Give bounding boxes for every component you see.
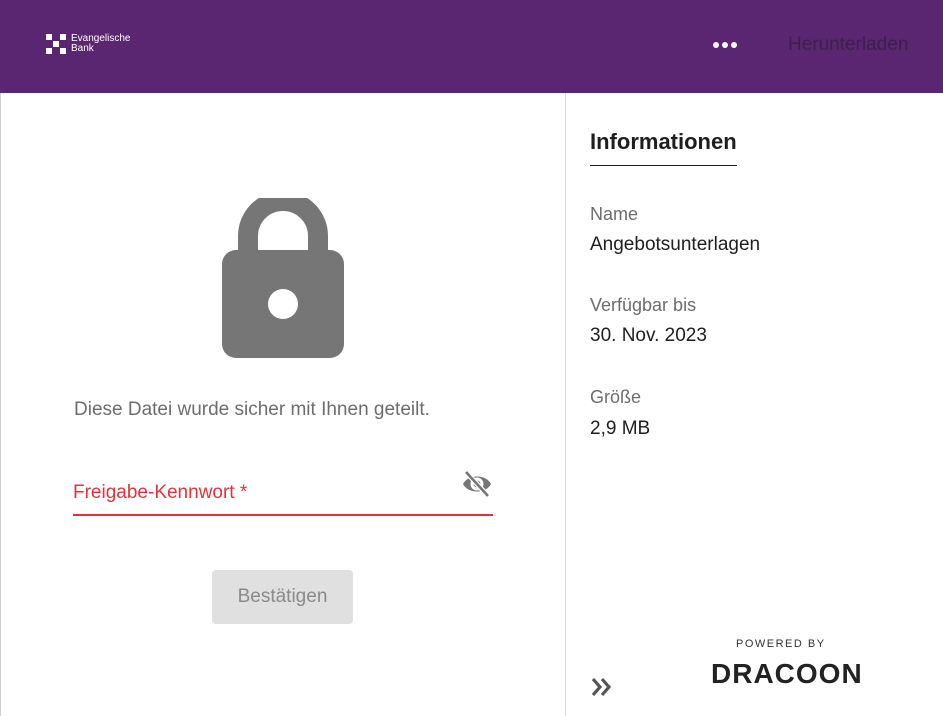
powered-by-label: POWERED BY bbox=[736, 638, 826, 650]
name-label: Name bbox=[590, 204, 639, 224]
password-field[interactable]: Freigabe-Kennwort * bbox=[73, 466, 493, 516]
available-until-label: Verfügbar bis bbox=[590, 295, 697, 315]
app-header: Evangelische Bank Herunterladen bbox=[0, 0, 943, 93]
dracoon-logo[interactable]: DRACOON bbox=[711, 658, 863, 690]
collapse-panel-button[interactable] bbox=[590, 674, 616, 700]
logo-text: Evangelische Bank bbox=[71, 34, 130, 54]
info-panel-title: Informationen bbox=[590, 129, 737, 166]
password-label: Freigabe-Kennwort * bbox=[73, 482, 248, 503]
eye-off-icon bbox=[463, 470, 491, 498]
name-value: Angebotsunterlagen bbox=[590, 234, 761, 255]
confirm-button[interactable]: Bestätigen bbox=[212, 570, 353, 624]
toggle-password-visibility-button[interactable] bbox=[461, 468, 493, 500]
more-options-button[interactable] bbox=[707, 30, 743, 60]
download-button[interactable]: Herunterladen bbox=[788, 34, 908, 56]
double-chevron-right-icon bbox=[591, 677, 612, 697]
logo-line-2: Bank bbox=[71, 43, 94, 54]
share-message: Diese Datei wurde sicher mit Ihnen getei… bbox=[74, 399, 430, 420]
more-icon bbox=[713, 42, 737, 48]
panel-divider bbox=[565, 93, 566, 716]
left-edge-line bbox=[0, 93, 1, 716]
bank-logo-icon bbox=[46, 34, 66, 54]
lock-icon bbox=[222, 198, 344, 358]
size-label: Größe bbox=[590, 387, 642, 407]
evangelische-bank-logo[interactable]: Evangelische Bank bbox=[46, 34, 130, 54]
size-value: 2,9 MB bbox=[590, 418, 651, 439]
available-until-value: 30. Nov. 2023 bbox=[590, 325, 707, 346]
